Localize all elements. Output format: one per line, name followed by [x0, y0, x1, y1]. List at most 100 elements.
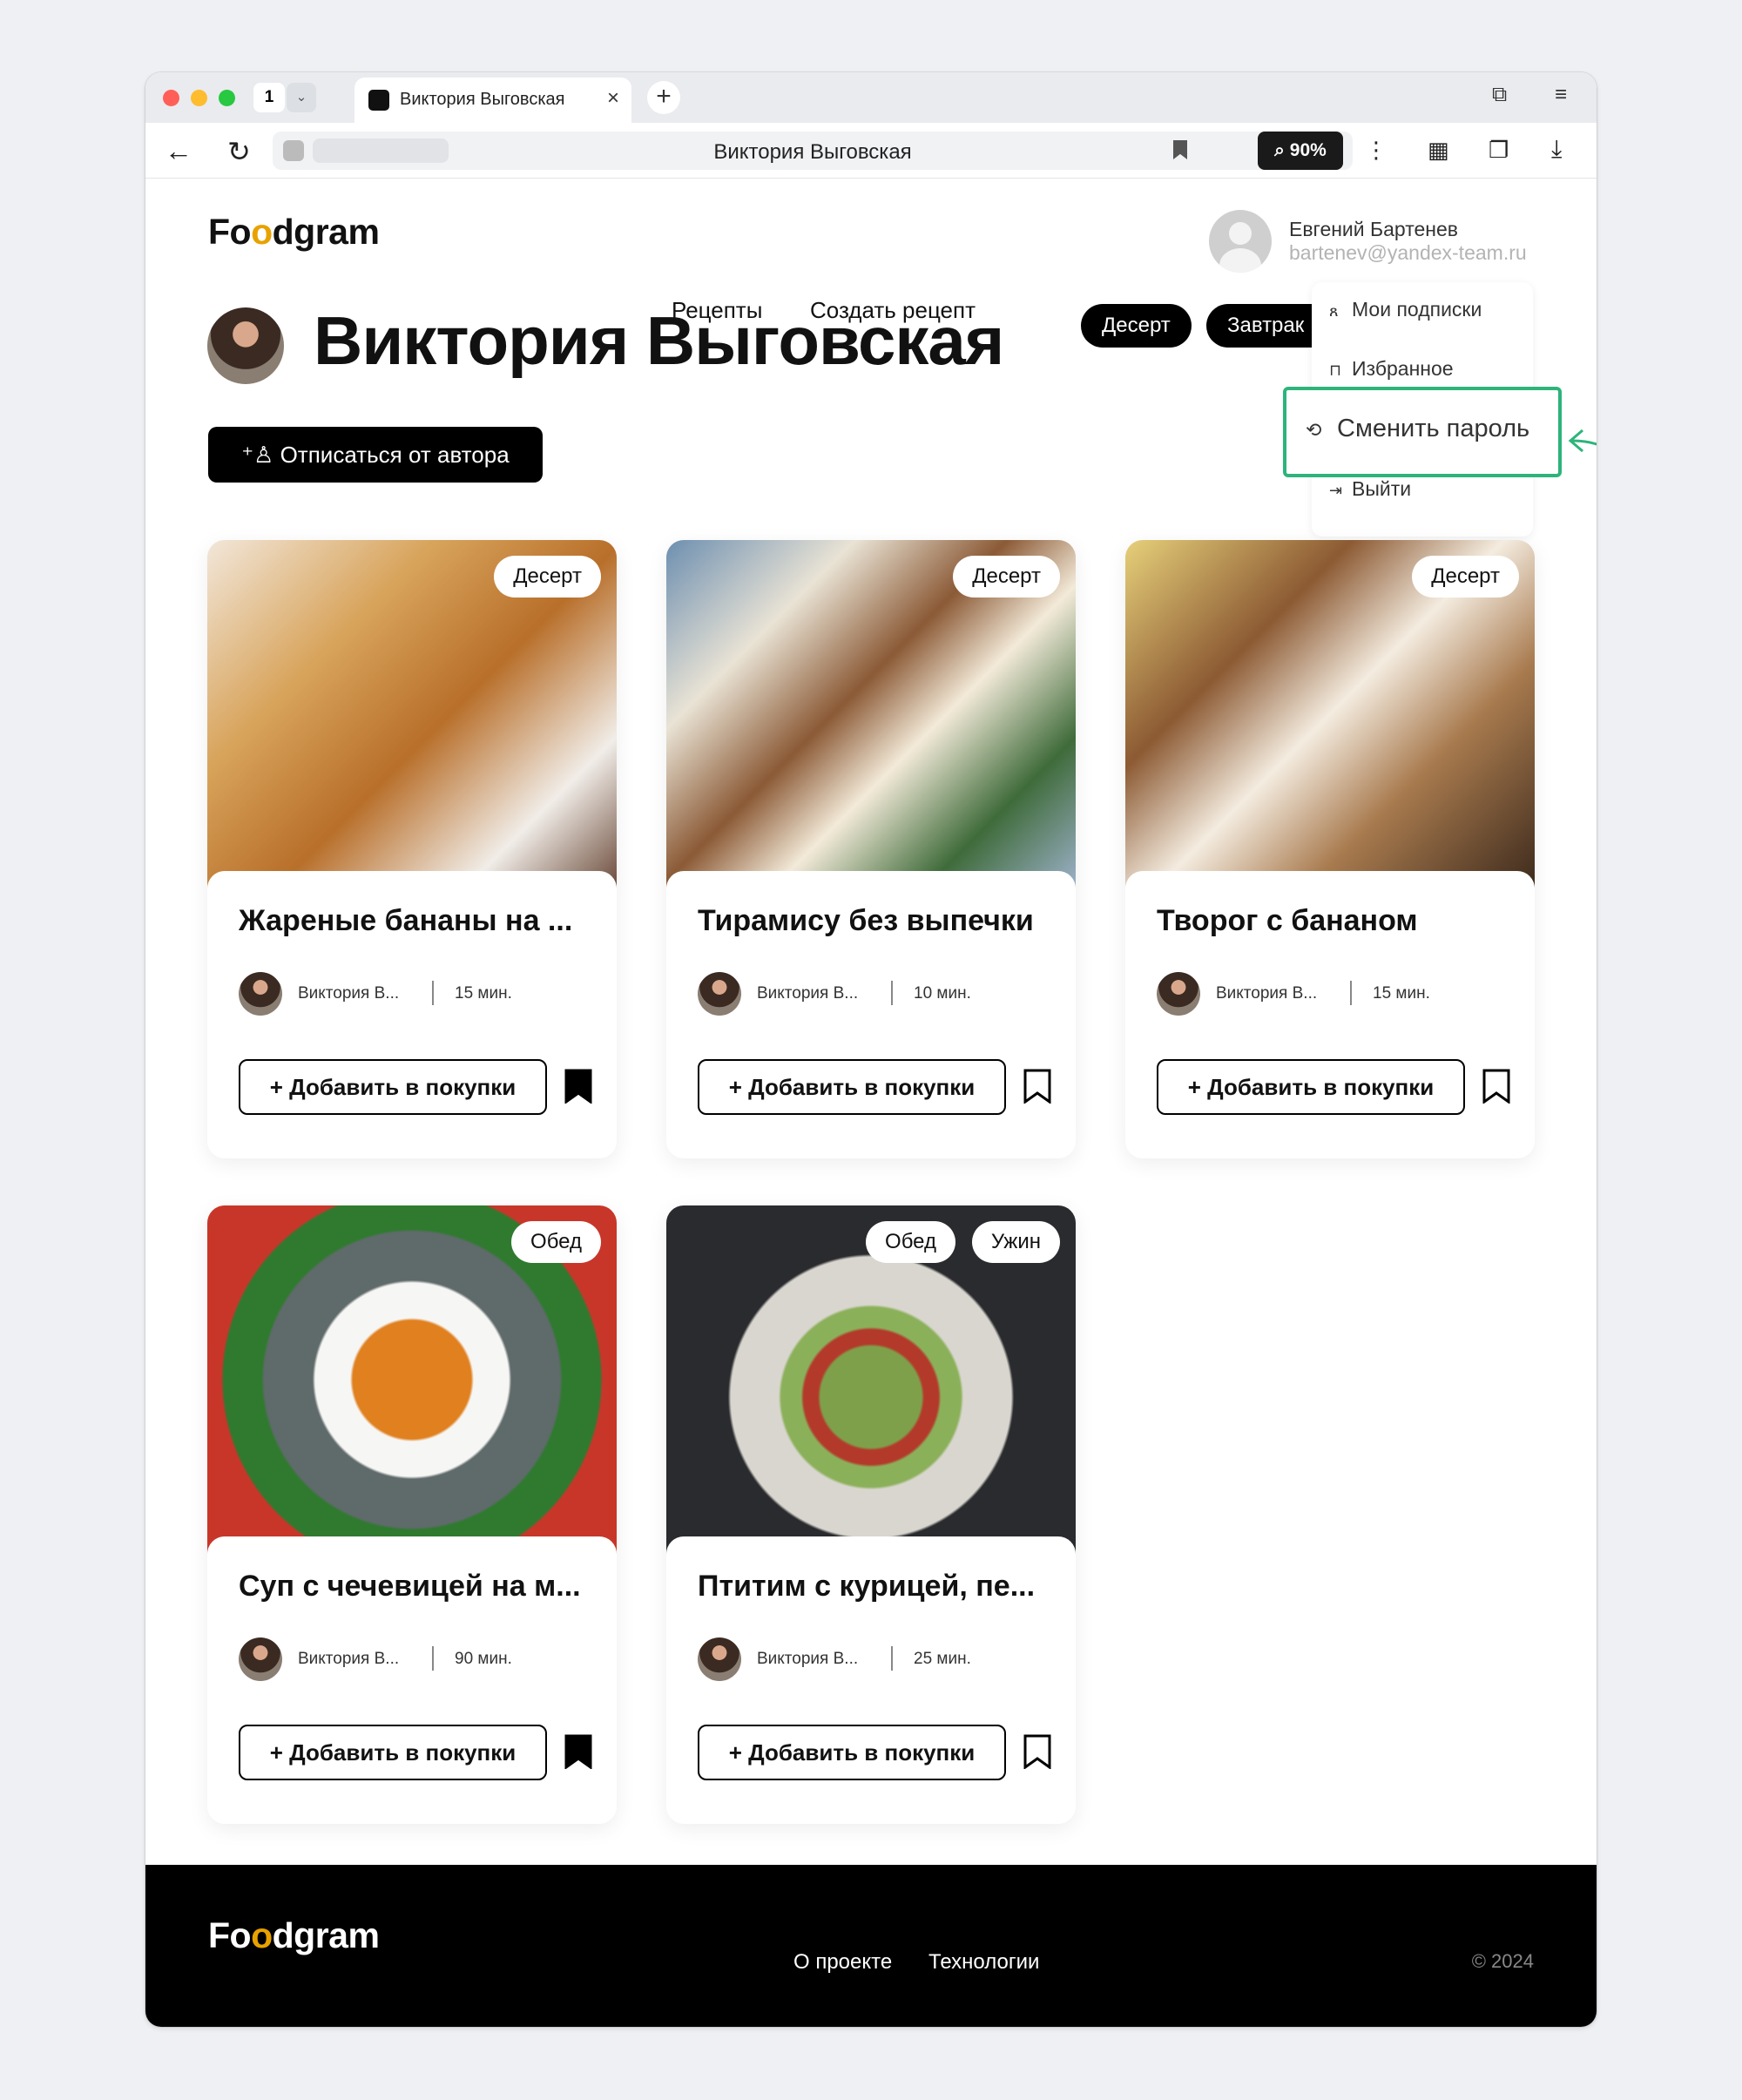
download-icon[interactable]: ⤓	[1551, 135, 1562, 164]
tab-title: Виктория Выговская	[400, 90, 565, 109]
active-tab[interactable]: Виктория Выговская ×	[354, 78, 631, 123]
callout-arrow-icon	[1568, 429, 1597, 453]
bookmark-outline-icon[interactable]	[1023, 1734, 1051, 1769]
url-page-title: Виктория Выговская	[713, 140, 912, 164]
user-remove-icon: ⁺♙	[241, 442, 280, 468]
browser-window: 1 ⌄ Виктория Выговская × + ⧉ ≡ ← ↻ Викто…	[145, 72, 1597, 2027]
recipe-author[interactable]: Виктория В...	[757, 984, 858, 1003]
new-tab-button[interactable]: +	[647, 81, 680, 114]
bookmark-outline-icon[interactable]	[1023, 1069, 1051, 1104]
recipe-time: 15 мин.	[1373, 984, 1430, 1003]
recipe-time: 25 мин.	[914, 1650, 971, 1668]
recipe-card[interactable]: Десерт Творог с бананом Виктория В... 15…	[1125, 540, 1535, 1158]
footer-link-about[interactable]: О проекте	[793, 1950, 892, 1975]
close-window-button[interactable]	[163, 90, 179, 106]
recipe-tag: Ужин	[971, 1221, 1060, 1263]
collections-icon[interactable]: ⧉	[1492, 83, 1507, 107]
recipe-tag: Обед	[511, 1221, 601, 1263]
user-name[interactable]: Евгений Бартенев	[1289, 218, 1458, 241]
bookmark-filled-icon[interactable]	[564, 1734, 592, 1769]
bookmark-outline-icon[interactable]	[1482, 1069, 1510, 1104]
bookmark-icon: ⊓	[1329, 361, 1342, 379]
qr-code-icon[interactable]: ▦	[1428, 137, 1449, 164]
recipe-title[interactable]: Тирамису без выпечки	[698, 904, 1034, 938]
recipe-tag: Десерт	[1412, 556, 1519, 598]
recipe-title[interactable]: Птитим с курицей, пе...	[698, 1570, 1035, 1604]
maximize-window-button[interactable]	[219, 90, 235, 106]
logout-icon: ⇥	[1329, 482, 1343, 499]
author-avatar	[207, 307, 284, 384]
divider	[1350, 981, 1352, 1005]
author-avatar	[698, 972, 741, 1016]
recipe-author[interactable]: Виктория В...	[1216, 984, 1317, 1003]
recipe-author[interactable]: Виктория В...	[298, 1650, 399, 1669]
recipe-time: 90 мин.	[455, 1650, 512, 1668]
recipe-card[interactable]: Десерт Жареные бананы на ... Виктория В.…	[207, 540, 617, 1158]
divider	[891, 1646, 893, 1671]
tab-count-button[interactable]: 1	[253, 83, 285, 112]
recipe-title[interactable]: Суп с чечевицей на м...	[239, 1570, 581, 1604]
bookmark-filled-icon[interactable]	[564, 1069, 592, 1104]
add-to-cart-button[interactable]: + Добавить в покупки	[698, 1725, 1006, 1780]
add-to-cart-button[interactable]: + Добавить в покупки	[239, 1725, 547, 1780]
more-vertical-icon[interactable]: ⋮	[1365, 137, 1388, 164]
unsubscribe-label: Отписаться от автора	[280, 442, 510, 468]
recipe-time: 15 мин.	[455, 984, 512, 1003]
menu-item-label: Избранное	[1352, 357, 1454, 380]
recipe-author[interactable]: Виктория В...	[298, 984, 399, 1003]
minimize-window-button[interactable]	[191, 90, 207, 106]
reload-icon[interactable]: ↻	[227, 135, 251, 168]
unsubscribe-button[interactable]: ⁺♙ Отписаться от автора	[208, 427, 543, 483]
tab-bar: 1 ⌄ Виктория Выговская × + ⧉ ≡	[145, 72, 1597, 123]
recipe-time: 10 мин.	[914, 984, 971, 1003]
menu-item-change-password[interactable]: ⟲ Сменить пароль	[1283, 387, 1562, 477]
recipe-tag: Десерт	[953, 556, 1060, 598]
add-to-cart-button[interactable]: + Добавить в покупки	[239, 1059, 547, 1115]
tab-list-chevron-icon[interactable]: ⌄	[287, 83, 316, 112]
tab-close-icon[interactable]: ×	[607, 86, 619, 111]
url-field[interactable]: Виктория Выговская	[273, 132, 1353, 170]
footer-link-technologies[interactable]: Технологии	[928, 1950, 1039, 1975]
add-to-cart-button[interactable]: + Добавить в покупки	[698, 1059, 1006, 1115]
foodgram-favicon-icon	[368, 90, 389, 111]
refresh-icon: ⟲	[1306, 419, 1322, 441]
author-avatar	[239, 972, 282, 1016]
users-icon: ጸ	[1329, 302, 1339, 320]
search-icon: ⌕	[1274, 140, 1290, 160]
address-bar: ← ↻ Виктория Выговская ⌕ 90% ⋮ ▦ ❐ ⤓	[145, 123, 1597, 179]
avatar[interactable]	[1209, 210, 1272, 273]
recipe-author[interactable]: Виктория В...	[757, 1650, 858, 1669]
recipe-card[interactable]: Десерт Тирамису без выпечки Виктория В..…	[666, 540, 1076, 1158]
menu-item-favorites[interactable]: ⊓ Избранное	[1329, 357, 1454, 381]
menu-item-subscriptions[interactable]: ጸ Мои подписки	[1329, 298, 1482, 321]
reader-icon[interactable]: ❐	[1489, 137, 1509, 164]
logo[interactable]: Foodgram	[208, 212, 380, 253]
tag-dessert[interactable]: Десерт	[1081, 304, 1192, 348]
recipe-tag: Обед	[866, 1221, 955, 1263]
zoom-badge[interactable]: ⌕ 90%	[1258, 132, 1343, 170]
author-avatar	[1157, 972, 1200, 1016]
back-arrow-icon[interactable]: ←	[165, 135, 192, 167]
divider	[432, 981, 434, 1005]
user-email: bartenev@yandex-team.ru	[1289, 241, 1527, 264]
recipe-card[interactable]: Обед Суп с чечевицей на м... Виктория В.…	[207, 1205, 617, 1824]
author-avatar	[698, 1637, 741, 1681]
menu-icon[interactable]: ≡	[1555, 83, 1567, 107]
add-to-cart-button[interactable]: + Добавить в покупки	[1157, 1059, 1465, 1115]
copyright: © 2024	[1471, 1950, 1534, 1972]
footer-logo[interactable]: Foodgram	[208, 1915, 380, 1956]
menu-item-label: Мои подписки	[1352, 298, 1482, 321]
menu-item-logout[interactable]: ⇥ Выйти	[1329, 477, 1411, 501]
page-title: Виктория Выговская	[314, 302, 1004, 379]
recipe-tag: Десерт	[494, 556, 601, 598]
footer: Foodgram О проекте Технологии © 2024	[145, 1865, 1597, 2027]
divider	[891, 981, 893, 1005]
zoom-level: 90%	[1289, 140, 1327, 160]
menu-item-label: Сменить пароль	[1337, 415, 1530, 442]
menu-item-label: Выйти	[1352, 477, 1412, 500]
author-avatar	[239, 1637, 282, 1681]
recipe-title[interactable]: Жареные бананы на ...	[239, 904, 572, 938]
recipe-card[interactable]: Обед Ужин Птитим с курицей, пе... Виктор…	[666, 1205, 1076, 1824]
recipe-title[interactable]: Творог с бананом	[1157, 904, 1418, 938]
divider	[432, 1646, 434, 1671]
